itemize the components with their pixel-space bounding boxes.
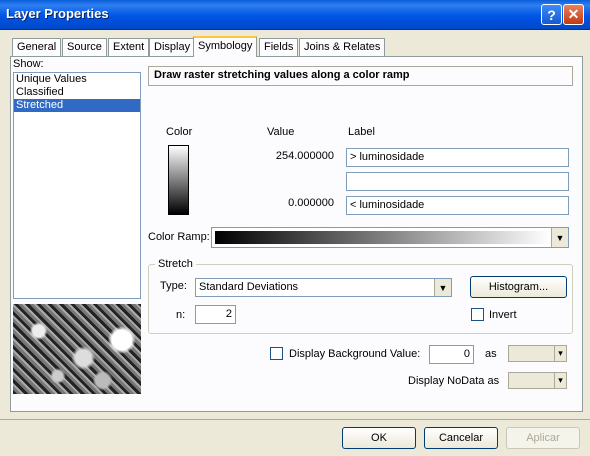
- close-icon: ✕: [567, 6, 580, 22]
- chevron-down-icon[interactable]: ▼: [434, 279, 451, 296]
- high-label-input[interactable]: > luminosidade: [346, 148, 569, 167]
- display-background-checkbox[interactable]: [270, 347, 283, 360]
- nodata-color-dropdown[interactable]: ▾: [508, 372, 567, 389]
- nodata-label: Display NoData as: [408, 375, 500, 387]
- cancel-button[interactable]: Cancelar: [424, 427, 498, 449]
- stretch-type-value: Standard Deviations: [199, 281, 299, 293]
- renderer-description: Draw raster stretching values along a co…: [148, 66, 573, 86]
- color-ramp-gradient: [215, 231, 551, 244]
- list-item-classified[interactable]: Classified: [14, 86, 140, 99]
- tab-joins-relates[interactable]: Joins & Relates: [299, 38, 386, 56]
- high-value: 254.000000: [275, 150, 334, 162]
- close-button[interactable]: ✕: [563, 4, 584, 25]
- raster-preview-image: [13, 304, 141, 394]
- chevron-down-icon[interactable]: ▾: [554, 346, 566, 361]
- low-value: 0.000000: [288, 197, 334, 209]
- n-input[interactable]: 2: [195, 305, 236, 324]
- color-column-header: Color: [166, 126, 193, 138]
- show-label: Show:: [13, 58, 44, 70]
- display-background-label: Display Background Value:: [289, 348, 421, 360]
- list-item-stretched[interactable]: Stretched: [14, 99, 140, 112]
- tab-general[interactable]: General: [12, 38, 62, 56]
- color-ramp-dropdown[interactable]: ▼: [211, 227, 569, 248]
- invert-checkbox[interactable]: [471, 308, 484, 321]
- histogram-button[interactable]: Histogram...: [470, 276, 567, 298]
- title-bar: Layer Properties ? ✕: [0, 0, 590, 30]
- stretch-group-title: Stretch: [155, 258, 196, 270]
- list-item-unique-values[interactable]: Unique Values: [14, 73, 140, 86]
- apply-button[interactable]: Aplicar: [506, 427, 580, 449]
- help-button[interactable]: ?: [541, 4, 562, 25]
- background-as-label: as: [485, 348, 497, 360]
- low-label-input[interactable]: < luminosidade: [346, 196, 569, 215]
- mid-label-input[interactable]: [346, 172, 569, 191]
- stretch-type-select[interactable]: Standard Deviations ▼: [195, 278, 452, 297]
- tab-source[interactable]: Source: [62, 38, 107, 56]
- value-column-header: Value: [267, 126, 295, 138]
- footer-divider: [0, 419, 590, 420]
- invert-label: Invert: [489, 309, 517, 321]
- stretch-type-label: Type:: [160, 280, 187, 292]
- tab-display[interactable]: Display: [149, 38, 196, 56]
- ok-button[interactable]: OK: [342, 427, 416, 449]
- background-color-dropdown[interactable]: ▾: [508, 345, 567, 362]
- tab-extent[interactable]: Extent: [108, 38, 150, 56]
- label-column-header: Label: [348, 126, 375, 138]
- tab-fields[interactable]: Fields: [259, 38, 299, 56]
- renderer-list[interactable]: Unique Values Classified Stretched: [13, 72, 141, 299]
- n-label: n:: [176, 309, 186, 321]
- background-value-input[interactable]: 0: [429, 345, 474, 364]
- color-ramp-swatch[interactable]: [168, 145, 189, 215]
- help-icon: ?: [547, 6, 556, 23]
- window-title: Layer Properties: [6, 6, 109, 21]
- chevron-down-icon[interactable]: ▾: [554, 373, 566, 388]
- color-ramp-label: Color Ramp:: [148, 231, 210, 243]
- tab-symbology[interactable]: Symbology: [193, 36, 258, 57]
- chevron-down-icon[interactable]: ▼: [551, 228, 568, 247]
